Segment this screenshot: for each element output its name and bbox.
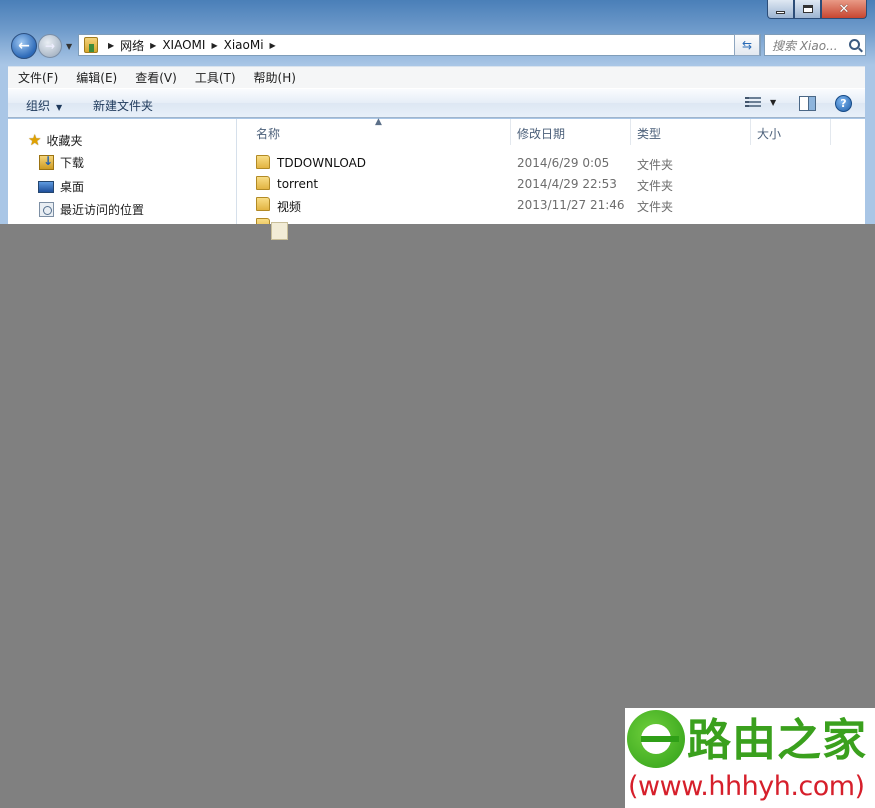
watermark-name: 路由之家 xyxy=(687,715,867,766)
nav-item-downloads[interactable]: 下载 xyxy=(39,154,84,171)
new-folder-label: 新建文件夹 xyxy=(93,99,154,113)
breadcrumb-xiaomi-host[interactable]: XIAOMI xyxy=(162,38,205,52)
menu-bar: 文件(F) 编辑(E) 查看(V) 工具(T) 帮助(H) xyxy=(8,66,865,88)
navigation-row: ← → ▼ ▶ 网络 ▶ XIAOMI ▶ XiaoMi ▶ ▼ ⇆ 搜索 Xi… xyxy=(8,30,868,62)
file-name: torrent xyxy=(277,177,319,191)
recent-places-icon xyxy=(39,202,54,217)
folder-icon xyxy=(256,197,270,211)
new-folder-button[interactable]: 新建文件夹 xyxy=(93,97,153,114)
file-name: TDDOWNLOAD xyxy=(277,156,367,170)
column-header-type[interactable]: 类型 xyxy=(637,125,661,142)
site-watermark: 路由之家 (www.hhhyh.com) xyxy=(625,708,875,808)
content-area: ★ 收藏夹 下载 桌面 最近访问的位置 ▲ 名称 修改日期 类型 xyxy=(8,117,865,240)
file-type: 文件夹 xyxy=(637,158,674,172)
menu-view[interactable]: 查看(V) xyxy=(125,69,185,86)
nav-item-label: 桌面 xyxy=(60,180,85,194)
refresh-button[interactable]: ⇆ xyxy=(734,34,760,56)
menu-help[interactable]: 帮助(H) xyxy=(244,69,304,86)
view-options-chevron-icon[interactable]: ▼ xyxy=(770,98,776,107)
breadcrumb-network[interactable]: 网络 xyxy=(120,37,144,54)
nav-item-favorites[interactable]: ★ 收藏夹 xyxy=(28,131,82,149)
menu-tools[interactable]: 工具(T) xyxy=(185,69,244,86)
maximize-button[interactable] xyxy=(794,0,821,19)
forward-button[interactable]: → xyxy=(38,34,62,58)
nav-item-label: 收藏夹 xyxy=(46,133,83,148)
breadcrumb-separator-icon[interactable]: ▶ xyxy=(211,41,217,50)
file-row[interactable]: TDDOWNLOAD 2014/6/29 0:05 文件夹 xyxy=(254,153,854,173)
sort-ascending-icon: ▲ xyxy=(375,117,382,127)
column-header-modified[interactable]: 修改日期 xyxy=(517,125,565,142)
minimize-button[interactable] xyxy=(767,0,794,19)
breadcrumb-separator-icon[interactable]: ▶ xyxy=(150,41,156,50)
file-modified: 2013/11/27 21:46 xyxy=(517,198,625,212)
breadcrumb-separator-icon[interactable]: ▶ xyxy=(270,41,276,50)
caption-buttons: ✕ xyxy=(767,0,867,19)
file-type: 文件夹 xyxy=(637,179,674,193)
column-divider[interactable] xyxy=(630,119,631,145)
nav-item-label: 最近访问的位置 xyxy=(60,203,145,217)
downloads-icon xyxy=(39,154,54,170)
back-arrow-icon: ← xyxy=(18,38,30,54)
preview-pane-icon[interactable] xyxy=(799,96,816,111)
menu-edit[interactable]: 编辑(E) xyxy=(66,69,125,86)
folder-icon xyxy=(256,176,270,190)
file-row[interactable]: torrent 2014/4/29 22:53 文件夹 xyxy=(254,174,854,194)
back-button[interactable]: ← xyxy=(11,33,37,59)
address-bar[interactable]: ▶ 网络 ▶ XIAOMI ▶ XiaoMi ▶ ▼ xyxy=(78,34,761,56)
search-icon[interactable] xyxy=(849,39,860,50)
column-divider[interactable] xyxy=(510,119,511,145)
column-divider[interactable] xyxy=(750,119,751,145)
file-modified: 2014/6/29 0:05 xyxy=(517,156,610,170)
forward-arrow-icon: → xyxy=(44,39,56,53)
watermark-logo-icon xyxy=(627,710,685,768)
recent-pages-dropdown[interactable]: ▼ xyxy=(66,42,72,51)
file-modified: 2014/4/29 22:53 xyxy=(517,177,617,191)
watermark-url: (www.hhhyh.com) xyxy=(628,771,865,802)
column-header-name[interactable]: 名称 xyxy=(256,125,280,142)
minimize-icon xyxy=(776,10,785,14)
search-placeholder: 搜索 Xiao... xyxy=(772,38,838,53)
mouse-cursor-icon xyxy=(271,222,288,240)
close-button[interactable]: ✕ xyxy=(821,0,867,19)
help-icon[interactable]: ? xyxy=(835,95,852,112)
breadcrumb-xiaomi-share[interactable]: XiaoMi xyxy=(224,38,264,52)
desktop-icon xyxy=(38,180,54,193)
column-divider[interactable] xyxy=(830,119,831,145)
maximize-icon xyxy=(802,5,813,13)
breadcrumb-separator-icon[interactable]: ▶ xyxy=(108,41,114,50)
menu-file[interactable]: 文件(F) xyxy=(8,69,66,86)
nav-item-desktop[interactable]: 桌面 xyxy=(38,178,84,195)
organize-button[interactable]: 组织 ▼ xyxy=(26,97,62,114)
refresh-icon: ⇆ xyxy=(741,38,753,52)
search-input[interactable]: 搜索 Xiao... xyxy=(764,34,866,56)
close-icon: ✕ xyxy=(838,1,850,17)
explorer-window: ✕ ← → ▼ ▶ 网络 ▶ XIAOMI ▶ XiaoMi ▶ ▼ ⇆ 搜索 … xyxy=(0,0,875,240)
navigation-pane: ★ 收藏夹 下载 桌面 最近访问的位置 xyxy=(8,119,237,240)
file-type: 文件夹 xyxy=(637,200,674,214)
command-bar: 组织 ▼ 新建文件夹 ▼ ? xyxy=(8,88,865,118)
folder-icon xyxy=(256,155,270,169)
file-name: 视频 xyxy=(277,200,302,214)
organize-label: 组织 xyxy=(26,99,51,113)
network-folder-icon xyxy=(84,37,98,53)
chevron-down-icon: ▼ xyxy=(56,103,63,112)
column-header-size[interactable]: 大小 xyxy=(757,125,781,142)
nav-item-label: 下载 xyxy=(60,156,85,170)
star-icon: ★ xyxy=(28,131,42,149)
file-row[interactable]: 视频 2013/11/27 21:46 文件夹 xyxy=(254,195,854,215)
nav-item-recent-places[interactable]: 最近访问的位置 xyxy=(39,201,144,218)
change-view-icon[interactable] xyxy=(745,97,761,110)
file-list-pane: ▲ 名称 修改日期 类型 大小 TDDOWNLOAD 2014/6/29 0:0… xyxy=(238,117,865,240)
